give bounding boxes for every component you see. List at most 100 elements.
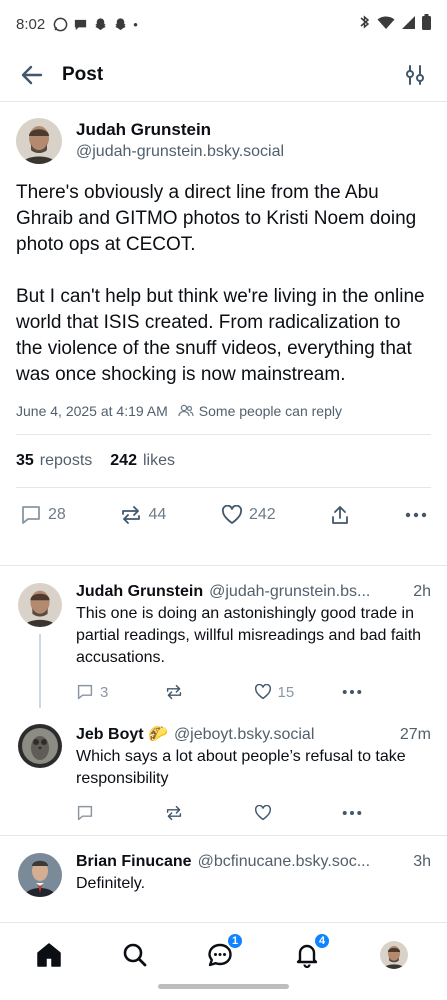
- repost-button[interactable]: 44: [120, 505, 166, 525]
- bluetooth-icon: [359, 14, 371, 34]
- share-button[interactable]: [330, 505, 350, 525]
- more-horizontal-icon: [405, 512, 427, 518]
- reply-button[interactable]: 3: [76, 684, 165, 701]
- repost-icon: [166, 805, 181, 821]
- more-horizontal-icon: [342, 690, 362, 694]
- avatar: [380, 941, 408, 969]
- reply-time[interactable]: 2h: [413, 583, 431, 601]
- divider: [0, 565, 447, 566]
- likes-count: 242: [110, 452, 137, 469]
- post-header: Post: [0, 48, 447, 102]
- reply-text: This one is doing an astonishingly good …: [76, 605, 422, 666]
- comment-icon: [77, 684, 93, 700]
- reply-author-handle[interactable]: @bcfinucane.bsky.soc...: [198, 853, 408, 871]
- wifi-icon: [377, 15, 395, 34]
- nav-profile[interactable]: [374, 935, 414, 975]
- reply-button[interactable]: 28: [20, 505, 66, 525]
- notifications-badge: 4: [313, 932, 331, 950]
- post-author[interactable]: Judah Grunstein @judah-grunstein.bsky.so…: [16, 118, 431, 164]
- snapchat-icon: [93, 17, 108, 32]
- author-handle[interactable]: @judah-grunstein.bsky.social: [76, 141, 284, 163]
- like-button[interactable]: [254, 805, 343, 821]
- home-indicator[interactable]: [158, 984, 289, 989]
- nav-search[interactable]: [115, 935, 155, 975]
- reply-author-handle[interactable]: @jeboyt.bsky.social: [174, 726, 394, 744]
- post-text: There's obviously a direct line from the…: [16, 182, 425, 385]
- reply-actions: 3 15: [76, 675, 431, 709]
- divider: [0, 835, 447, 836]
- reply-count: 3: [100, 683, 109, 701]
- reply-time[interactable]: 3h: [413, 853, 431, 871]
- likes-label: likes: [142, 452, 175, 469]
- comment-icon: [22, 506, 40, 524]
- avatar[interactable]: [18, 724, 62, 768]
- nav-home[interactable]: [29, 935, 69, 975]
- share-icon: [332, 506, 349, 524]
- status-time: 8:02: [16, 15, 46, 33]
- nav-notifications[interactable]: 4: [287, 932, 331, 975]
- repost-icon: [122, 506, 141, 524]
- like-count: 15: [277, 683, 295, 701]
- like-button[interactable]: 242: [221, 505, 276, 525]
- more-options-button[interactable]: [342, 810, 431, 816]
- reply-count: 28: [48, 506, 66, 523]
- repost-count: 44: [148, 506, 167, 523]
- more-horizontal-icon: [342, 811, 362, 815]
- post-meta: June 4, 2025 at 4:19 AM Some people can …: [16, 403, 431, 419]
- messages-badge: 1: [226, 932, 244, 950]
- more-notifications-dot: •: [133, 16, 138, 32]
- more-options-button[interactable]: [342, 689, 431, 695]
- heart-icon: [254, 684, 271, 700]
- reply-post[interactable]: Judah Grunstein @judah-grunstein.bs... 2…: [0, 583, 447, 709]
- thread-settings-button[interactable]: [399, 59, 431, 91]
- repost-icon: [166, 684, 181, 700]
- repost-button[interactable]: [165, 684, 254, 700]
- post-timestamp[interactable]: June 4, 2025 at 4:19 AM: [16, 403, 168, 419]
- repost-button[interactable]: [165, 805, 254, 821]
- reply-author-name[interactable]: Jeb Boyt 🌮: [76, 724, 168, 744]
- reply-post[interactable]: Jeb Boyt 🌮 @jeboyt.bsky.social 27m Which…: [0, 724, 447, 830]
- page-title: Post: [62, 63, 104, 85]
- back-button[interactable]: [16, 59, 48, 91]
- reply-setting-label: Some people can reply: [198, 403, 342, 419]
- more-options-button[interactable]: [405, 512, 427, 518]
- status-bar: 8:02 •: [0, 0, 447, 48]
- main-post: Judah Grunstein @judah-grunstein.bsky.so…: [0, 102, 447, 542]
- home-icon: [37, 943, 61, 967]
- reposts-label: reposts: [39, 452, 93, 469]
- reply-setting: Some people can reply: [178, 403, 342, 419]
- reply-author-name[interactable]: Judah Grunstein: [76, 583, 203, 601]
- comment-icon: [77, 805, 93, 821]
- battery-icon: [422, 14, 431, 34]
- whatsapp-icon: [53, 17, 68, 32]
- avatar[interactable]: [16, 118, 62, 164]
- reply-author-handle[interactable]: @judah-grunstein.bs...: [209, 583, 407, 601]
- author-name[interactable]: Judah Grunstein: [76, 119, 284, 141]
- avatar[interactable]: [18, 853, 62, 897]
- arrow-left-icon: [21, 65, 43, 84]
- reposts-count: 35: [16, 452, 34, 469]
- like-count: 242: [248, 506, 276, 523]
- likes-count-link[interactable]: 242 likes: [110, 452, 175, 470]
- reply-time[interactable]: 27m: [400, 726, 431, 744]
- snapchat-icon: [113, 17, 128, 32]
- engagement-counts: 35 reposts 242 likes: [16, 435, 431, 487]
- chat-bubble-icon: [73, 17, 88, 32]
- like-button[interactable]: 15: [254, 684, 343, 701]
- reply-text: Which says a lot about people’s refusal …: [76, 748, 406, 787]
- reply-button[interactable]: [76, 805, 165, 821]
- sliders-icon: [406, 64, 424, 85]
- nav-messages[interactable]: 1: [200, 932, 244, 975]
- reply-post[interactable]: Brian Finucane @bcfinucane.bsky.soc... 3…: [0, 853, 447, 897]
- reply-author-name[interactable]: Brian Finucane: [76, 853, 192, 871]
- reply-actions: [76, 796, 431, 830]
- people-icon: [178, 404, 194, 417]
- post-actions: 28 44 242: [16, 488, 431, 542]
- search-icon: [123, 943, 147, 967]
- avatar[interactable]: [18, 583, 62, 627]
- heart-icon: [221, 505, 242, 524]
- heart-icon: [254, 805, 271, 821]
- reposts-count-link[interactable]: 35 reposts: [16, 452, 92, 470]
- reply-text: Definitely.: [76, 875, 146, 892]
- signal-icon: [401, 15, 416, 34]
